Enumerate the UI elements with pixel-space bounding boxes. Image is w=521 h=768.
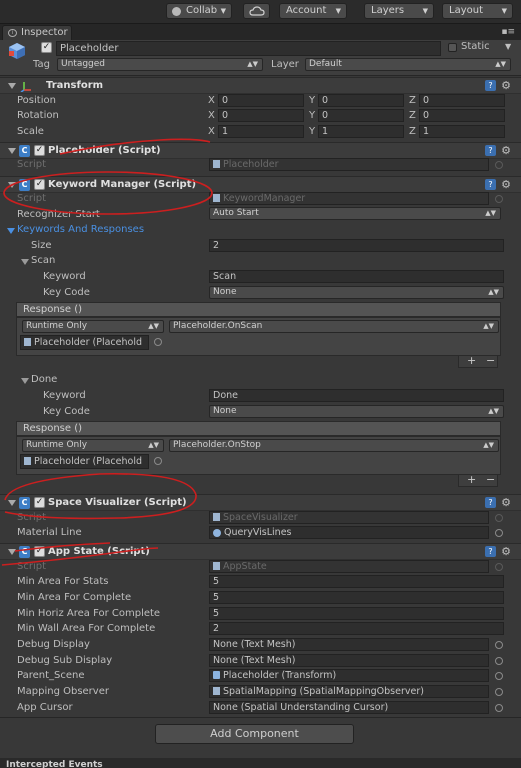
annotation-stroke (59, 138, 211, 155)
annotation-stroke (1, 547, 159, 566)
annotation-stroke (14, 542, 111, 552)
annotation-overlay (1, 138, 213, 566)
annotation-stroke (4, 473, 197, 520)
annotation-circle (3, 171, 213, 215)
